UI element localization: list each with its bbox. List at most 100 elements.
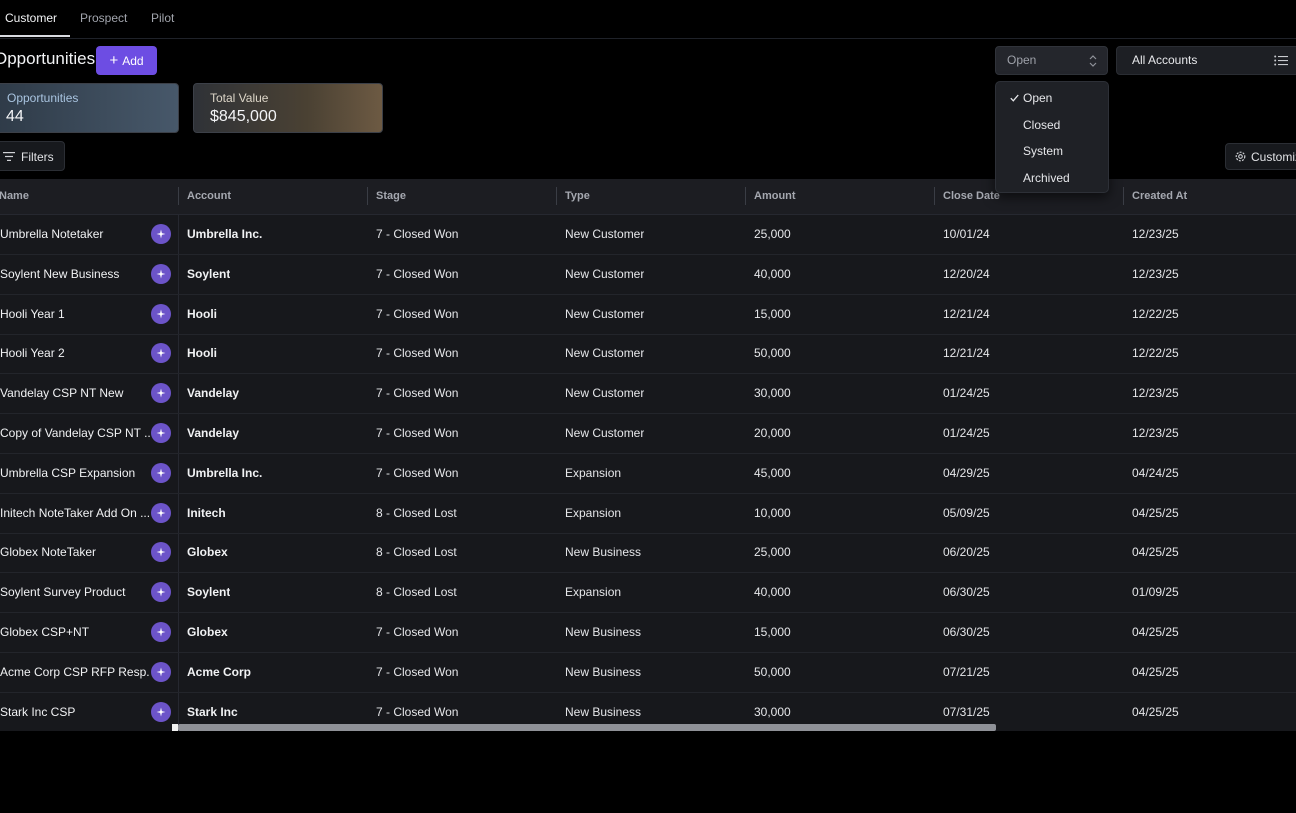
table-row[interactable]: Copy of Vandelay CSP NT ... Vandelay 7 - C… — [0, 413, 1296, 454]
status-option-system[interactable]: System — [997, 138, 1107, 164]
table-row[interactable]: Vandelay CSP NT New Vandelay 7 - Closed Wo… — [0, 373, 1296, 415]
stage-cell: 8 - Closed Lost — [376, 505, 457, 520]
created-at-cell: 12/23/25 — [1132, 386, 1179, 401]
amount-cell: 45,000 — [754, 465, 791, 480]
opportunity-name-cell[interactable]: Acme Corp CSP RFP Resp... — [0, 652, 150, 692]
table-row[interactable]: Globex CSP+NT Globex 7 - Closed Won New Bus… — [0, 612, 1296, 653]
sparkle-icon[interactable] — [151, 701, 171, 722]
opportunity-name-cell[interactable]: Copy of Vandelay CSP NT ... — [0, 413, 150, 453]
table-row[interactable]: Umbrella CSP Expansion Umbrella Inc. 7 - C… — [0, 453, 1296, 494]
status-filter-select[interactable]: Open — [995, 46, 1108, 75]
column-divider[interactable] — [556, 187, 557, 205]
tab-customer[interactable]: Customer — [5, 0, 57, 37]
plus-icon: + — [109, 51, 119, 69]
table-row[interactable]: Soylent Survey Product Soylent 8 - Closed … — [0, 572, 1296, 614]
stage-cell: 7 - Closed Won — [376, 465, 459, 480]
table-row[interactable]: Initech NoteTaker Add On ... Initech 8 - C… — [0, 493, 1296, 534]
stage-cell: 7 - Closed Won — [376, 227, 459, 241]
opportunity-name-cell[interactable]: Hooli Year 1 — [0, 294, 150, 334]
created-at-cell: 01/09/25 — [1132, 585, 1179, 600]
sparkle-icon[interactable] — [151, 383, 171, 404]
opportunity-name-cell[interactable]: Umbrella CSP Expansion — [0, 453, 150, 493]
column-header-created-at[interactable]: Created At — [1132, 179, 1187, 214]
column-header-close-date[interactable]: Close Date — [943, 179, 1000, 214]
status-option-closed[interactable]: Closed — [997, 112, 1107, 138]
sparkle-icon[interactable] — [151, 622, 171, 642]
created-at-cell: 12/22/25 — [1132, 306, 1179, 321]
account-cell[interactable]: Acme Corp — [187, 652, 251, 692]
account-cell[interactable]: Soylent — [187, 254, 230, 294]
opportunity-name-cell[interactable]: Soylent New Business — [0, 254, 150, 294]
column-header-account[interactable]: Account — [187, 179, 231, 214]
stage-cell: 7 - Closed Won — [376, 426, 459, 440]
stage-cell: 7 - Closed Won — [376, 306, 459, 321]
sparkle-icon[interactable] — [151, 224, 171, 244]
column-divider[interactable] — [1123, 187, 1124, 205]
close-date-cell: 05/09/25 — [943, 505, 990, 520]
account-cell[interactable]: Umbrella Inc. — [187, 453, 262, 493]
horizontal-scrollbar[interactable] — [178, 724, 996, 731]
sparkle-icon[interactable] — [151, 502, 171, 523]
opportunity-name-cell[interactable]: Umbrella Notetaker — [0, 214, 150, 254]
sparkle-icon[interactable] — [151, 542, 171, 563]
account-cell[interactable]: Vandelay — [187, 413, 239, 453]
type-cell: Expansion — [565, 465, 622, 480]
add-opportunity-button[interactable]: + Add — [96, 46, 157, 75]
amount-cell: 15,000 — [754, 625, 791, 639]
account-cell[interactable]: Hooli — [187, 333, 217, 373]
column-divider[interactable] — [367, 187, 368, 205]
tab-prospect[interactable]: Prospect — [80, 0, 127, 37]
opportunity-name-cell[interactable]: Globex CSP+NT — [0, 612, 150, 652]
table-row[interactable]: Acme Corp CSP RFP Resp... Acme Corp 7 - Cl… — [0, 652, 1296, 693]
opportunity-name-cell[interactable]: Vandelay CSP NT New — [0, 373, 150, 413]
opportunity-name-cell[interactable]: Initech NoteTaker Add On ... — [0, 493, 150, 533]
account-cell[interactable]: Soylent — [187, 572, 230, 612]
account-cell[interactable]: Umbrella Inc. — [187, 214, 262, 254]
account-filter-select[interactable]: All Accounts — [1116, 46, 1296, 75]
sparkle-icon[interactable] — [151, 303, 171, 324]
sparkle-icon[interactable] — [151, 582, 171, 603]
status-dropdown-menu: Open Closed System Archived — [995, 81, 1109, 193]
table-row[interactable]: Umbrella Notetaker Umbrella Inc. 7 - Close… — [0, 214, 1296, 255]
account-cell[interactable]: Globex — [187, 532, 228, 572]
sparkle-icon[interactable] — [151, 462, 171, 483]
table-row[interactable]: Hooli Year 2 Hooli 7 - Closed Won New Custo… — [0, 333, 1296, 375]
sparkle-icon[interactable] — [151, 423, 171, 443]
amount-cell: 50,000 — [754, 664, 791, 679]
column-header-name[interactable]: Name — [0, 179, 29, 214]
opportunity-name-cell[interactable]: Soylent Survey Product — [0, 572, 150, 612]
created-at-cell: 04/25/25 — [1132, 625, 1179, 639]
filters-button[interactable]: Filters — [0, 141, 65, 171]
opportunity-name-cell[interactable]: Stark Inc CSP — [0, 692, 150, 731]
tab-pilot[interactable]: Pilot — [151, 0, 174, 37]
column-divider[interactable] — [745, 187, 746, 205]
account-cell[interactable]: Hooli — [187, 294, 217, 334]
account-cell[interactable]: Globex — [187, 612, 228, 652]
sparkle-icon[interactable] — [151, 661, 171, 682]
table-row[interactable]: Hooli Year 1 Hooli 7 - Closed Won New Custo… — [0, 294, 1296, 335]
type-cell: New Customer — [565, 386, 645, 401]
status-option-archived[interactable]: Archived — [997, 165, 1107, 191]
sparkle-icon[interactable] — [151, 263, 171, 284]
check-icon — [1010, 94, 1019, 102]
list-icon[interactable] — [1274, 55, 1288, 66]
account-cell[interactable]: Initech — [187, 493, 226, 533]
created-at-cell: 12/23/25 — [1132, 426, 1179, 440]
column-divider[interactable] — [178, 187, 179, 205]
table-row[interactable]: Soylent New Business Soylent 7 - Closed Wo… — [0, 254, 1296, 295]
account-cell[interactable]: Vandelay — [187, 373, 239, 413]
status-option-open[interactable]: Open — [997, 85, 1107, 111]
amount-cell: 25,000 — [754, 545, 791, 560]
column-header-amount[interactable]: Amount — [754, 179, 796, 214]
table-row[interactable]: Globex NoteTaker Globex 8 - Closed Lost New… — [0, 532, 1296, 574]
column-header-type[interactable]: Type — [565, 179, 590, 214]
close-date-cell: 12/21/24 — [943, 346, 990, 361]
column-divider[interactable] — [934, 187, 935, 205]
customize-button[interactable]: Customize — [1225, 143, 1296, 170]
type-cell: New Customer — [565, 306, 645, 321]
opportunity-name-cell[interactable]: Hooli Year 2 — [0, 333, 150, 373]
column-header-stage[interactable]: Stage — [376, 179, 406, 214]
opportunity-name-cell[interactable]: Globex NoteTaker — [0, 532, 150, 572]
sparkle-icon[interactable] — [151, 343, 171, 364]
stage-cell: 8 - Closed Lost — [376, 545, 457, 560]
